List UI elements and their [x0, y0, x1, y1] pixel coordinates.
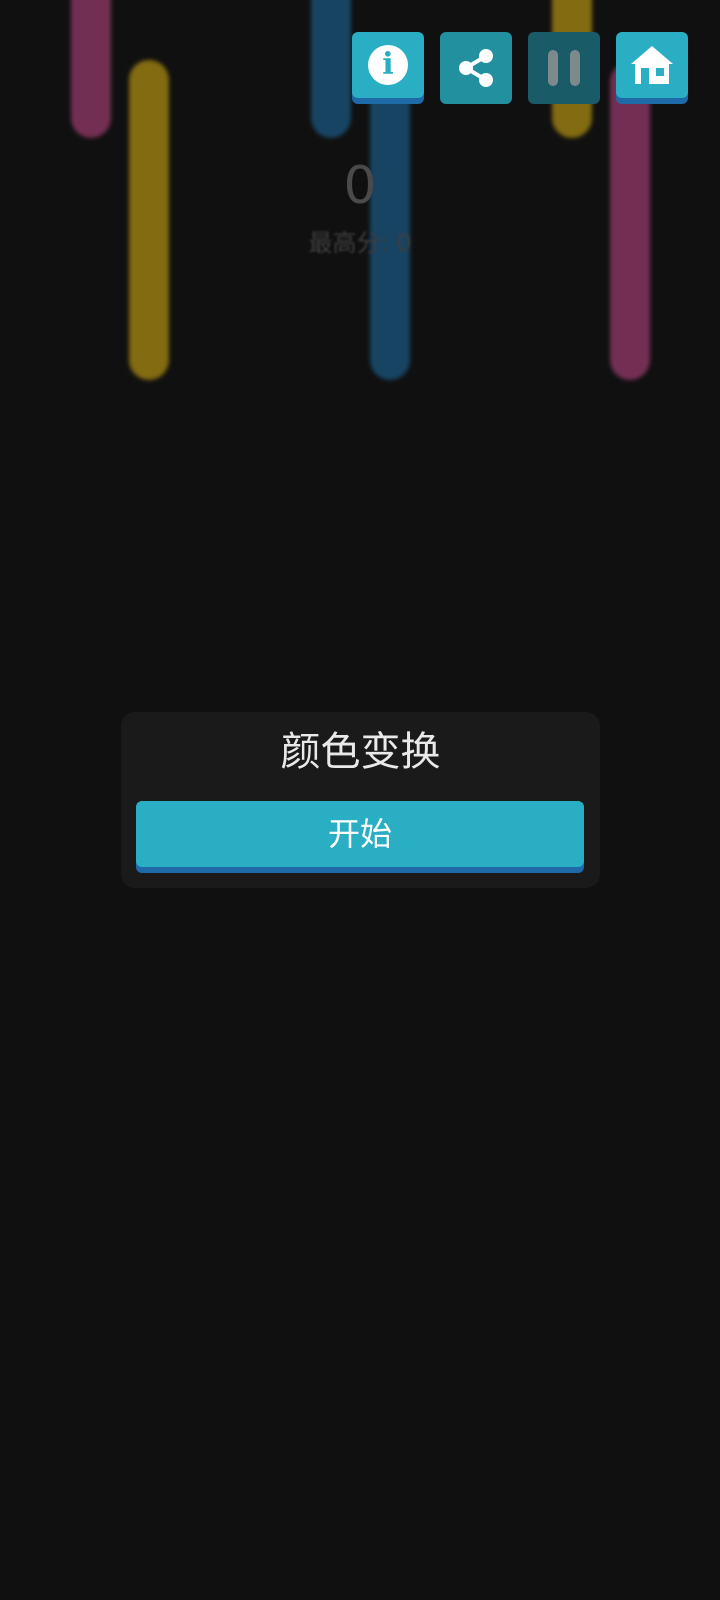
- game-screen[interactable]: i 0 最高分: 0 颜色变换 开始: [0, 0, 720, 1600]
- info-button[interactable]: i: [352, 32, 424, 98]
- falling-bar-blue: [311, 0, 351, 138]
- share-button[interactable]: [440, 32, 512, 104]
- home-icon: [631, 46, 673, 84]
- home-button[interactable]: [616, 32, 688, 98]
- current-score: 0: [343, 156, 377, 216]
- best-score: 最高分: 0: [308, 229, 412, 257]
- game-title: 颜色变换: [280, 729, 441, 775]
- pause-icon: [548, 50, 580, 86]
- info-icon: i: [368, 45, 408, 85]
- pause-button[interactable]: [528, 32, 600, 104]
- share-icon: [459, 49, 493, 87]
- falling-bar-pink: [71, 0, 111, 138]
- start-button[interactable]: 开始: [136, 801, 584, 867]
- start-panel: 颜色变换 开始: [121, 712, 600, 888]
